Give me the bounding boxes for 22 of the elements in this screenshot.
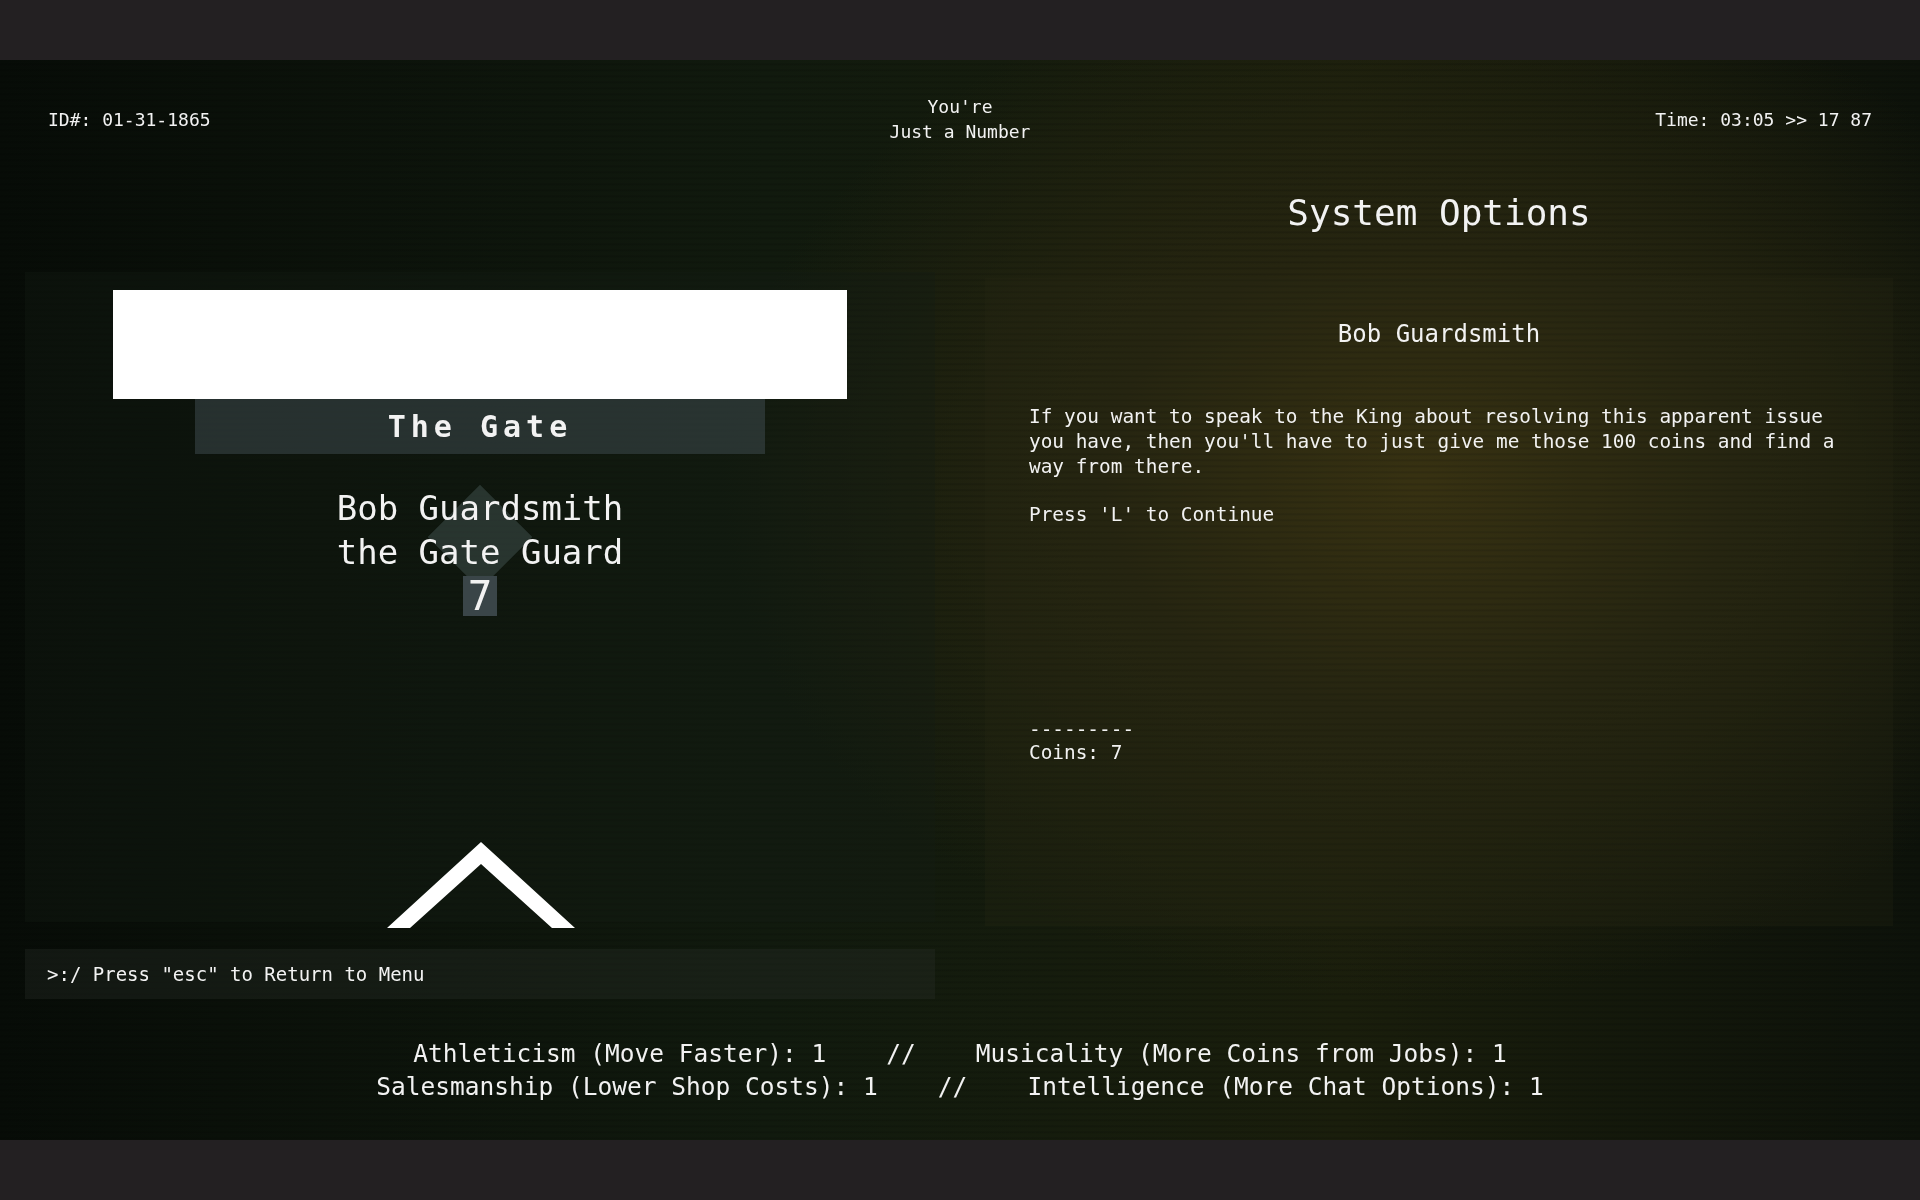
count-badge: 7: [463, 576, 497, 616]
character-name: Bob Guardsmith: [336, 487, 624, 530]
stat-label: Musicality (More Coins from Jobs): 1: [975, 1039, 1507, 1068]
dash-divider: ---------: [1029, 718, 1135, 741]
command-text: >:/ Press "esc" to Return to Menu: [47, 963, 425, 985]
location-label: The Gate: [195, 399, 765, 454]
game-title: You're: [927, 95, 993, 119]
stat-label: Salesmanship (Lower Shop Costs): 1: [376, 1072, 878, 1101]
stat-separator: //: [886, 1039, 916, 1068]
dialog-message: If you want to speak to the King about resolving this apparent issue you have, then you'll have to just give me those 100 coins and find a way from there.: [1029, 404, 1836, 479]
character-name: the Gate Guard: [336, 531, 624, 574]
continue-prompt: Press 'L' to Continue: [1029, 503, 1275, 526]
stat-label: Athleticism (Move Faster): 1: [413, 1039, 827, 1068]
chevron-up-icon: [387, 842, 575, 928]
stat-separator: //: [937, 1072, 968, 1101]
options-title: System Options: [1287, 192, 1591, 235]
speaker-name: Bob Guardsmith: [1337, 320, 1541, 348]
coins-label: Coins: 7: [1029, 741, 1123, 764]
time-label: Time: 03:05 >> 17 87: [1655, 108, 1872, 130]
game-title: Just a Number: [889, 120, 1031, 144]
stat-label: Intelligence (More Chat Options): 1: [1027, 1072, 1544, 1101]
id-label: ID#: 01-31-1865: [48, 108, 212, 130]
